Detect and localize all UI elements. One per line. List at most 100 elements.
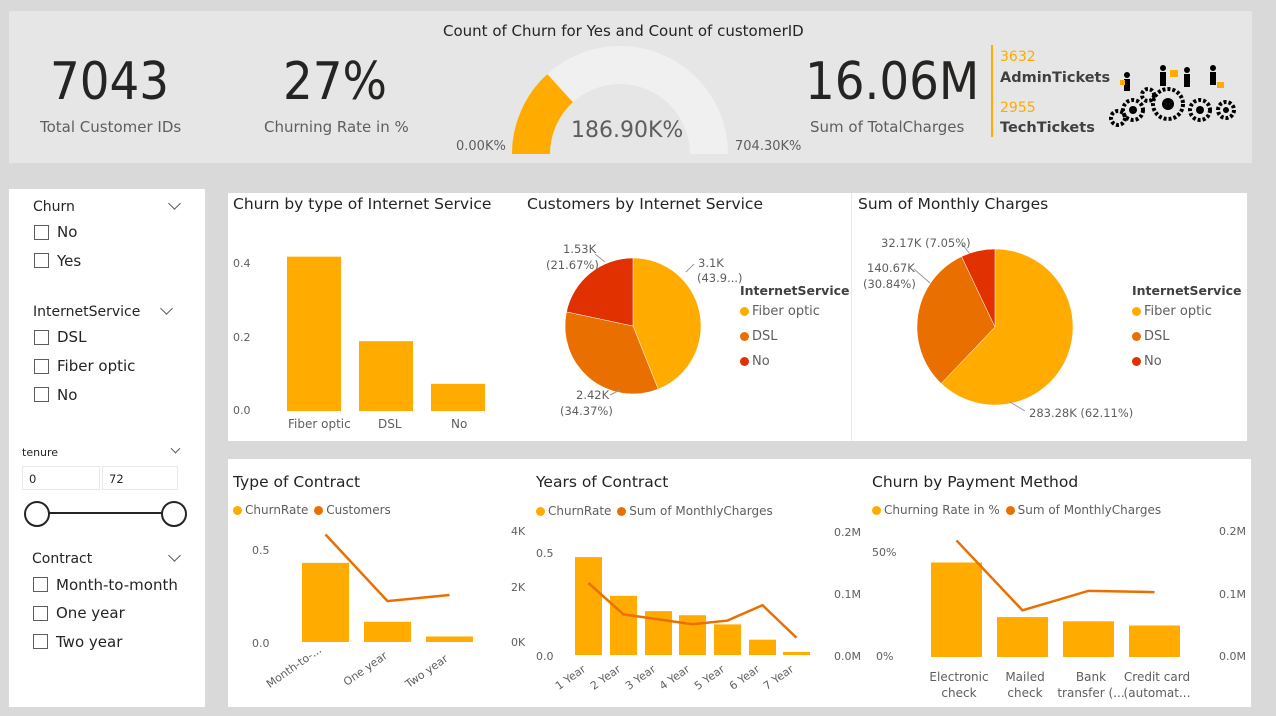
tenure-slicer-title: tenure <box>22 446 59 459</box>
y-tick-right: 2K <box>511 581 526 594</box>
total-customers-value: 7043 <box>50 52 170 112</box>
bar <box>359 341 413 411</box>
y-tick-right: 0.0M <box>1219 650 1246 663</box>
gauge-value: 186.90K% <box>571 118 684 143</box>
contract-one-label: One year <box>56 604 125 622</box>
churn-yes-checkbox[interactable] <box>34 253 49 268</box>
pie2-fiber-label: 283.28K (62.11%) <box>1029 406 1134 420</box>
contract-years-title: Years of Contract <box>536 473 669 491</box>
bar <box>714 624 741 655</box>
tenure-slider-track[interactable] <box>36 512 174 514</box>
tenure-slider-min-handle[interactable] <box>24 501 50 527</box>
churn-rate-label: Churning Rate in % <box>264 118 409 136</box>
bar <box>749 639 776 655</box>
gauge-min: 0.00K% <box>456 139 506 154</box>
tenure-slider-max-handle[interactable] <box>161 501 187 527</box>
bar <box>364 621 411 642</box>
pie1-dsl-value: 2.42K <box>576 388 610 402</box>
x-tick: Electronic check <box>929 670 989 700</box>
tenure-max-value: 72 <box>109 472 124 486</box>
gears-workers-icon <box>1109 65 1236 127</box>
tech-tickets-count: 2955 <box>1000 100 1036 116</box>
bar <box>679 615 706 655</box>
legend-label: Sum of MonthlyCharges <box>629 504 773 518</box>
total-charges-value: 16.06M <box>805 52 980 112</box>
contract-type-title: Type of Contract <box>233 473 361 491</box>
legend-label: Fiber optic <box>1144 304 1212 319</box>
legend-label: No <box>1144 354 1162 369</box>
legend-item-dsl[interactable]: DSL <box>740 329 778 344</box>
customers-internet-title: Customers by Internet Service <box>527 195 763 213</box>
legend-dot <box>1132 307 1141 316</box>
x-tick: DSL <box>378 417 402 431</box>
pie1-legend-title: InternetService <box>740 283 850 298</box>
payment-chart <box>931 539 1180 657</box>
churn-no-checkbox[interactable] <box>34 225 49 240</box>
internet-slicer-title: InternetService <box>33 304 141 320</box>
legend: Churning Rate in % Sum of MonthlyCharges <box>872 503 1161 517</box>
pie1-no-pct: (21.67%) <box>546 258 599 272</box>
legend-dot <box>1005 506 1015 515</box>
legend: ChurnRate Sum of MonthlyCharges <box>536 504 773 518</box>
churn-rate-value: 27% <box>283 52 387 112</box>
tickets-divider <box>991 45 993 137</box>
legend-item-no[interactable]: No <box>740 354 770 369</box>
legend-dot <box>1132 357 1141 366</box>
legend: ChurnRate Customers <box>233 503 391 517</box>
internet-dsl-checkbox[interactable] <box>34 330 49 345</box>
contract-one-checkbox[interactable] <box>33 606 48 621</box>
y-tick: 0.4 <box>233 257 251 270</box>
internet-fiber-checkbox[interactable] <box>34 359 49 374</box>
x-tick: Fiber optic <box>288 417 351 431</box>
gauge-title: Count of Churn for Yes and Count of cust… <box>443 22 804 40</box>
tenure-min-value: 0 <box>29 472 37 486</box>
legend-dot <box>233 506 242 515</box>
bar <box>1063 621 1114 657</box>
legend-label: Fiber optic <box>752 304 820 319</box>
admin-tickets-count: 3632 <box>1000 49 1036 65</box>
legend-label: DSL <box>752 329 778 344</box>
internet-no-label: No <box>57 386 78 404</box>
contract-two-checkbox[interactable] <box>33 634 48 649</box>
legend-label: Customers <box>326 503 391 517</box>
bar <box>426 636 473 642</box>
y-tick: 0.5 <box>536 547 554 560</box>
contract-slicer-title: Contract <box>32 551 93 567</box>
pie1-fiber-value: 3.1K <box>698 256 724 270</box>
y-tick: 0.5 <box>252 544 270 557</box>
contract-two-label: Two year <box>56 633 123 651</box>
bar <box>431 383 485 411</box>
bar <box>287 256 341 411</box>
legend-label: ChurnRate <box>245 503 309 517</box>
contract-m2m-label: Month-to-month <box>56 576 178 594</box>
y-tick: 0.0 <box>233 404 251 417</box>
y-tick: 0.0 <box>252 637 270 650</box>
admin-tickets-label: AdminTickets <box>1000 70 1111 86</box>
internet-dsl-label: DSL <box>57 328 87 346</box>
churn-internet-title: Churn by type of Internet Service <box>233 195 492 213</box>
legend-dot <box>536 507 545 516</box>
total-customers-label: Total Customer IDs <box>40 118 182 136</box>
internet-fiber-label: Fiber optic <box>57 357 136 375</box>
legend-item-fiber[interactable]: Fiber optic <box>1132 304 1212 319</box>
internet-no-checkbox[interactable] <box>34 387 49 402</box>
payment-title: Churn by Payment Method <box>872 473 1079 491</box>
y-tick-right: 4K <box>511 525 526 538</box>
churn-yes-label: Yes <box>57 252 82 270</box>
legend-item-dsl[interactable]: DSL <box>1132 329 1170 344</box>
churn-no-label: No <box>57 223 78 241</box>
legend-item-fiber[interactable]: Fiber optic <box>740 304 820 319</box>
legend-item-no[interactable]: No <box>1132 354 1162 369</box>
legend-label: Churning Rate in % <box>884 503 1000 517</box>
bar <box>931 562 982 657</box>
legend-label: ChurnRate <box>548 504 612 518</box>
legend-label: No <box>752 354 770 369</box>
legend-label: Sum of MonthlyCharges <box>1017 503 1162 517</box>
tech-tickets-label: TechTickets <box>1000 120 1095 136</box>
x-tick: Mailed check <box>1005 670 1045 700</box>
y-tick-right: 0.1M <box>834 588 861 601</box>
contract-m2m-checkbox[interactable] <box>33 577 48 592</box>
bar <box>302 562 349 642</box>
y-tick: 50% <box>872 546 897 559</box>
monthly-charges-title: Sum of Monthly Charges <box>858 195 1049 213</box>
